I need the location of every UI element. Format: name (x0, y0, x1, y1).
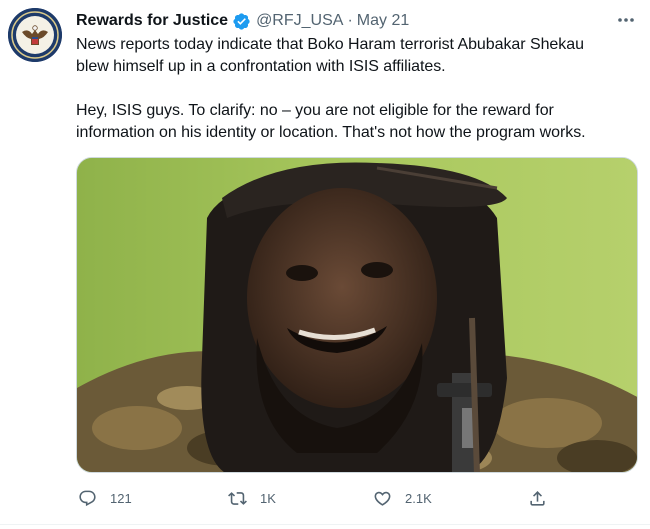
share-button[interactable] (526, 487, 548, 509)
tweet-paragraph-2: Hey, ISIS guys. To clarify: no – you are… (76, 102, 586, 141)
more-dots-icon[interactable] (616, 12, 636, 28)
share-icon (526, 487, 548, 509)
divider (0, 524, 650, 525)
reply-icon (76, 487, 98, 509)
tweet-actions: 121 1K 2.1K (76, 484, 556, 512)
tweet-date[interactable]: May 21 (357, 10, 409, 32)
display-name[interactable]: Rewards for Justice (76, 10, 228, 32)
reply-count: 121 (110, 490, 132, 506)
retweet-button[interactable]: 1K (226, 487, 276, 509)
avatar[interactable] (8, 8, 62, 62)
like-button[interactable]: 2.1K (371, 487, 432, 509)
like-count: 2.1K (405, 490, 432, 506)
tweet-image[interactable] (76, 157, 638, 473)
reply-button[interactable]: 121 (76, 487, 132, 509)
retweet-count: 1K (260, 490, 276, 506)
handle[interactable]: @RFJ_USA (256, 10, 343, 32)
tweet-paragraph-1: News reports today indicate that Boko Ha… (76, 36, 584, 75)
separator-dot: · (347, 12, 353, 29)
verified-badge-icon (232, 12, 251, 31)
tweet-header: Rewards for Justice @RFJ_USA · May 21 (76, 10, 409, 32)
tweet-card[interactable]: Rewards for Justice @RFJ_USA · May 21 Ne… (0, 0, 650, 529)
tweet-text: News reports today indicate that Boko Ha… (76, 34, 636, 144)
retweet-icon (226, 487, 248, 509)
heart-icon (371, 487, 393, 509)
